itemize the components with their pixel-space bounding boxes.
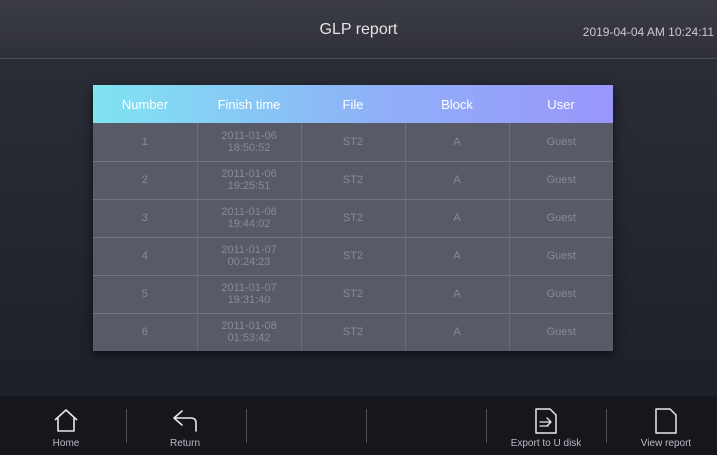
cell-file: ST2: [301, 161, 406, 200]
table-header-row: Number Finish time File Block User: [93, 85, 613, 123]
return-button[interactable]: Return: [152, 396, 218, 455]
column-header-block[interactable]: Block: [405, 85, 509, 123]
title-bar: GLP report 2019-04-04 AM 10:24:11: [0, 0, 717, 59]
return-arrow-icon: [173, 410, 197, 432]
column-header-finish-time[interactable]: Finish time: [197, 85, 301, 123]
cell-finish-time: 2011-01-08 01:53:42: [197, 313, 302, 351]
view-report-label: View report: [640, 438, 692, 449]
table-row[interactable]: 4 2011-01-07 00:24:23 ST2 A Guest: [93, 237, 613, 276]
bottom-toolbar: Home Return Export to U disk View report: [0, 396, 717, 455]
cell-finish-time: 2011-01-07 00:24:23: [197, 237, 302, 276]
table-row[interactable]: 2 2011-01-06 19:25:51 ST2 A Guest: [93, 161, 613, 200]
cell-block: A: [405, 237, 510, 276]
cell-number: 6: [93, 313, 198, 351]
toolbar-divider: [246, 409, 247, 443]
cell-block: A: [405, 313, 510, 351]
table-row[interactable]: 6 2011-01-08 01:53:42 ST2 A Guest: [93, 313, 613, 351]
cell-block: A: [405, 199, 510, 238]
cell-user: Guest: [509, 199, 613, 238]
cell-number: 4: [93, 237, 198, 276]
toolbar-divider: [606, 409, 607, 443]
column-header-file[interactable]: File: [301, 85, 405, 123]
cell-file: ST2: [301, 237, 406, 276]
table-row[interactable]: 5 2011-01-07 19:31:40 ST2 A Guest: [93, 275, 613, 314]
home-label: Home: [52, 438, 80, 449]
datetime-display: 2019-04-04 AM 10:24:11: [582, 25, 714, 39]
table-row[interactable]: 1 2011-01-06 18:50:52 ST2 A Guest: [93, 123, 613, 162]
home-button[interactable]: Home: [36, 396, 96, 455]
cell-file: ST2: [301, 199, 406, 238]
toolbar-divider: [366, 409, 367, 443]
cell-block: A: [405, 123, 510, 162]
column-header-number[interactable]: Number: [93, 85, 197, 123]
view-report-button[interactable]: View report: [626, 396, 706, 455]
cell-user: Guest: [546, 326, 576, 339]
cell-user: Guest: [509, 123, 613, 162]
cell-file: ST2: [301, 123, 406, 162]
table-row[interactable]: 3 2011-01-06 19:44:02 ST2 A Guest: [93, 199, 613, 238]
report-table: Number Finish time File Block User 1 201…: [93, 85, 613, 351]
toolbar-divider: [126, 409, 127, 443]
cell-number: 2: [93, 161, 198, 200]
cell-user: Guest: [509, 237, 613, 276]
cell-block: A: [405, 275, 510, 314]
cell-finish-time: 2011-01-06 18:50:52: [197, 123, 302, 162]
cell-user: Guest: [509, 275, 613, 314]
cell-number: 5: [93, 275, 198, 314]
home-icon: [54, 409, 78, 432]
export-file-icon: [535, 408, 557, 434]
export-to-u-disk-button[interactable]: Export to U disk: [496, 396, 596, 455]
cell-finish-time: 2011-01-07 19:31:40: [197, 275, 302, 314]
column-header-user[interactable]: User: [509, 85, 613, 123]
cell-file: ST2: [301, 275, 406, 314]
cell-number: 3: [93, 199, 198, 238]
cell-user: Guest: [509, 161, 613, 200]
return-label: Return: [169, 438, 200, 449]
cell-finish-time: 2011-01-06 19:44:02: [197, 199, 302, 238]
toolbar-divider: [486, 409, 487, 443]
export-label: Export to U disk: [510, 438, 582, 449]
cell-finish-time: 2011-01-06 19:25:51: [197, 161, 302, 200]
cell-number: 1: [93, 123, 198, 162]
cell-file: ST2: [301, 313, 406, 351]
cell-block: A: [405, 161, 510, 200]
document-icon: [655, 408, 677, 434]
